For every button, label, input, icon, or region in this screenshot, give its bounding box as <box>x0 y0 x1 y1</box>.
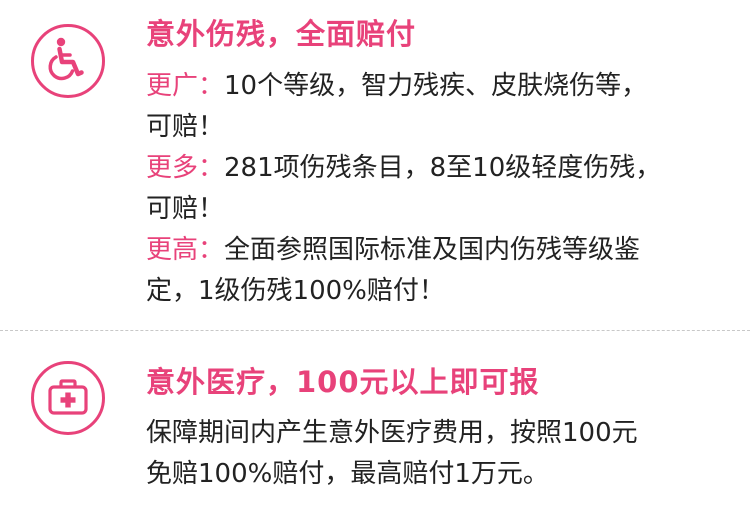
disability-section: 意外伤残，全面赔付 更广：10个等级，智力残疾、皮肤烧伤等， 可赔！ 更多：28… <box>0 0 750 320</box>
detail-line: 免赔100%赔付，最高赔付1万元。 <box>146 459 549 489</box>
detail-line: 保障期间内产生意外医疗费用，按照100元 <box>146 418 638 448</box>
medical-section: 意外医疗，100元以上即可报 保障期间内产生意外医疗费用，按照100元 免赔10… <box>0 340 750 505</box>
detail-line: 更广：10个等级，智力残疾、皮肤烧伤等， <box>146 66 726 107</box>
detail-line: 更多：281项伤残条目，8至10级轻度伤残， <box>146 148 726 189</box>
disability-details: 更广：10个等级，智力残疾、皮肤烧伤等， 可赔！ 更多：281项伤残条目，8至1… <box>146 66 726 312</box>
detail-line: 可赔！ <box>146 194 225 224</box>
wheelchair-icon <box>31 24 105 98</box>
detail-text: 10个等级，智力残疾、皮肤烧伤等， <box>224 71 648 101</box>
detail-label-more: 更多： <box>146 153 225 183</box>
disability-title: 意外伤残，全面赔付 <box>146 17 417 51</box>
first-aid-kit-icon <box>31 361 105 435</box>
medical-details: 保障期间内产生意外医疗费用，按照100元 免赔100%赔付，最高赔付1万元。 <box>146 413 726 495</box>
detail-text: 全面参照国际标准及国内伤残等级鉴 <box>224 235 641 265</box>
detail-label-wider: 更广： <box>146 71 225 101</box>
detail-label-higher: 更高： <box>146 235 225 265</box>
detail-line: 定，1级伤残100%赔付！ <box>146 276 445 306</box>
detail-text: 281项伤残条目，8至10级轻度伤残， <box>224 153 662 183</box>
detail-line: 可赔！ <box>146 112 225 142</box>
medical-title: 意外医疗，100元以上即可报 <box>146 365 540 399</box>
detail-line: 更高：全面参照国际标准及国内伤残等级鉴 <box>146 230 726 271</box>
section-divider <box>0 330 750 331</box>
